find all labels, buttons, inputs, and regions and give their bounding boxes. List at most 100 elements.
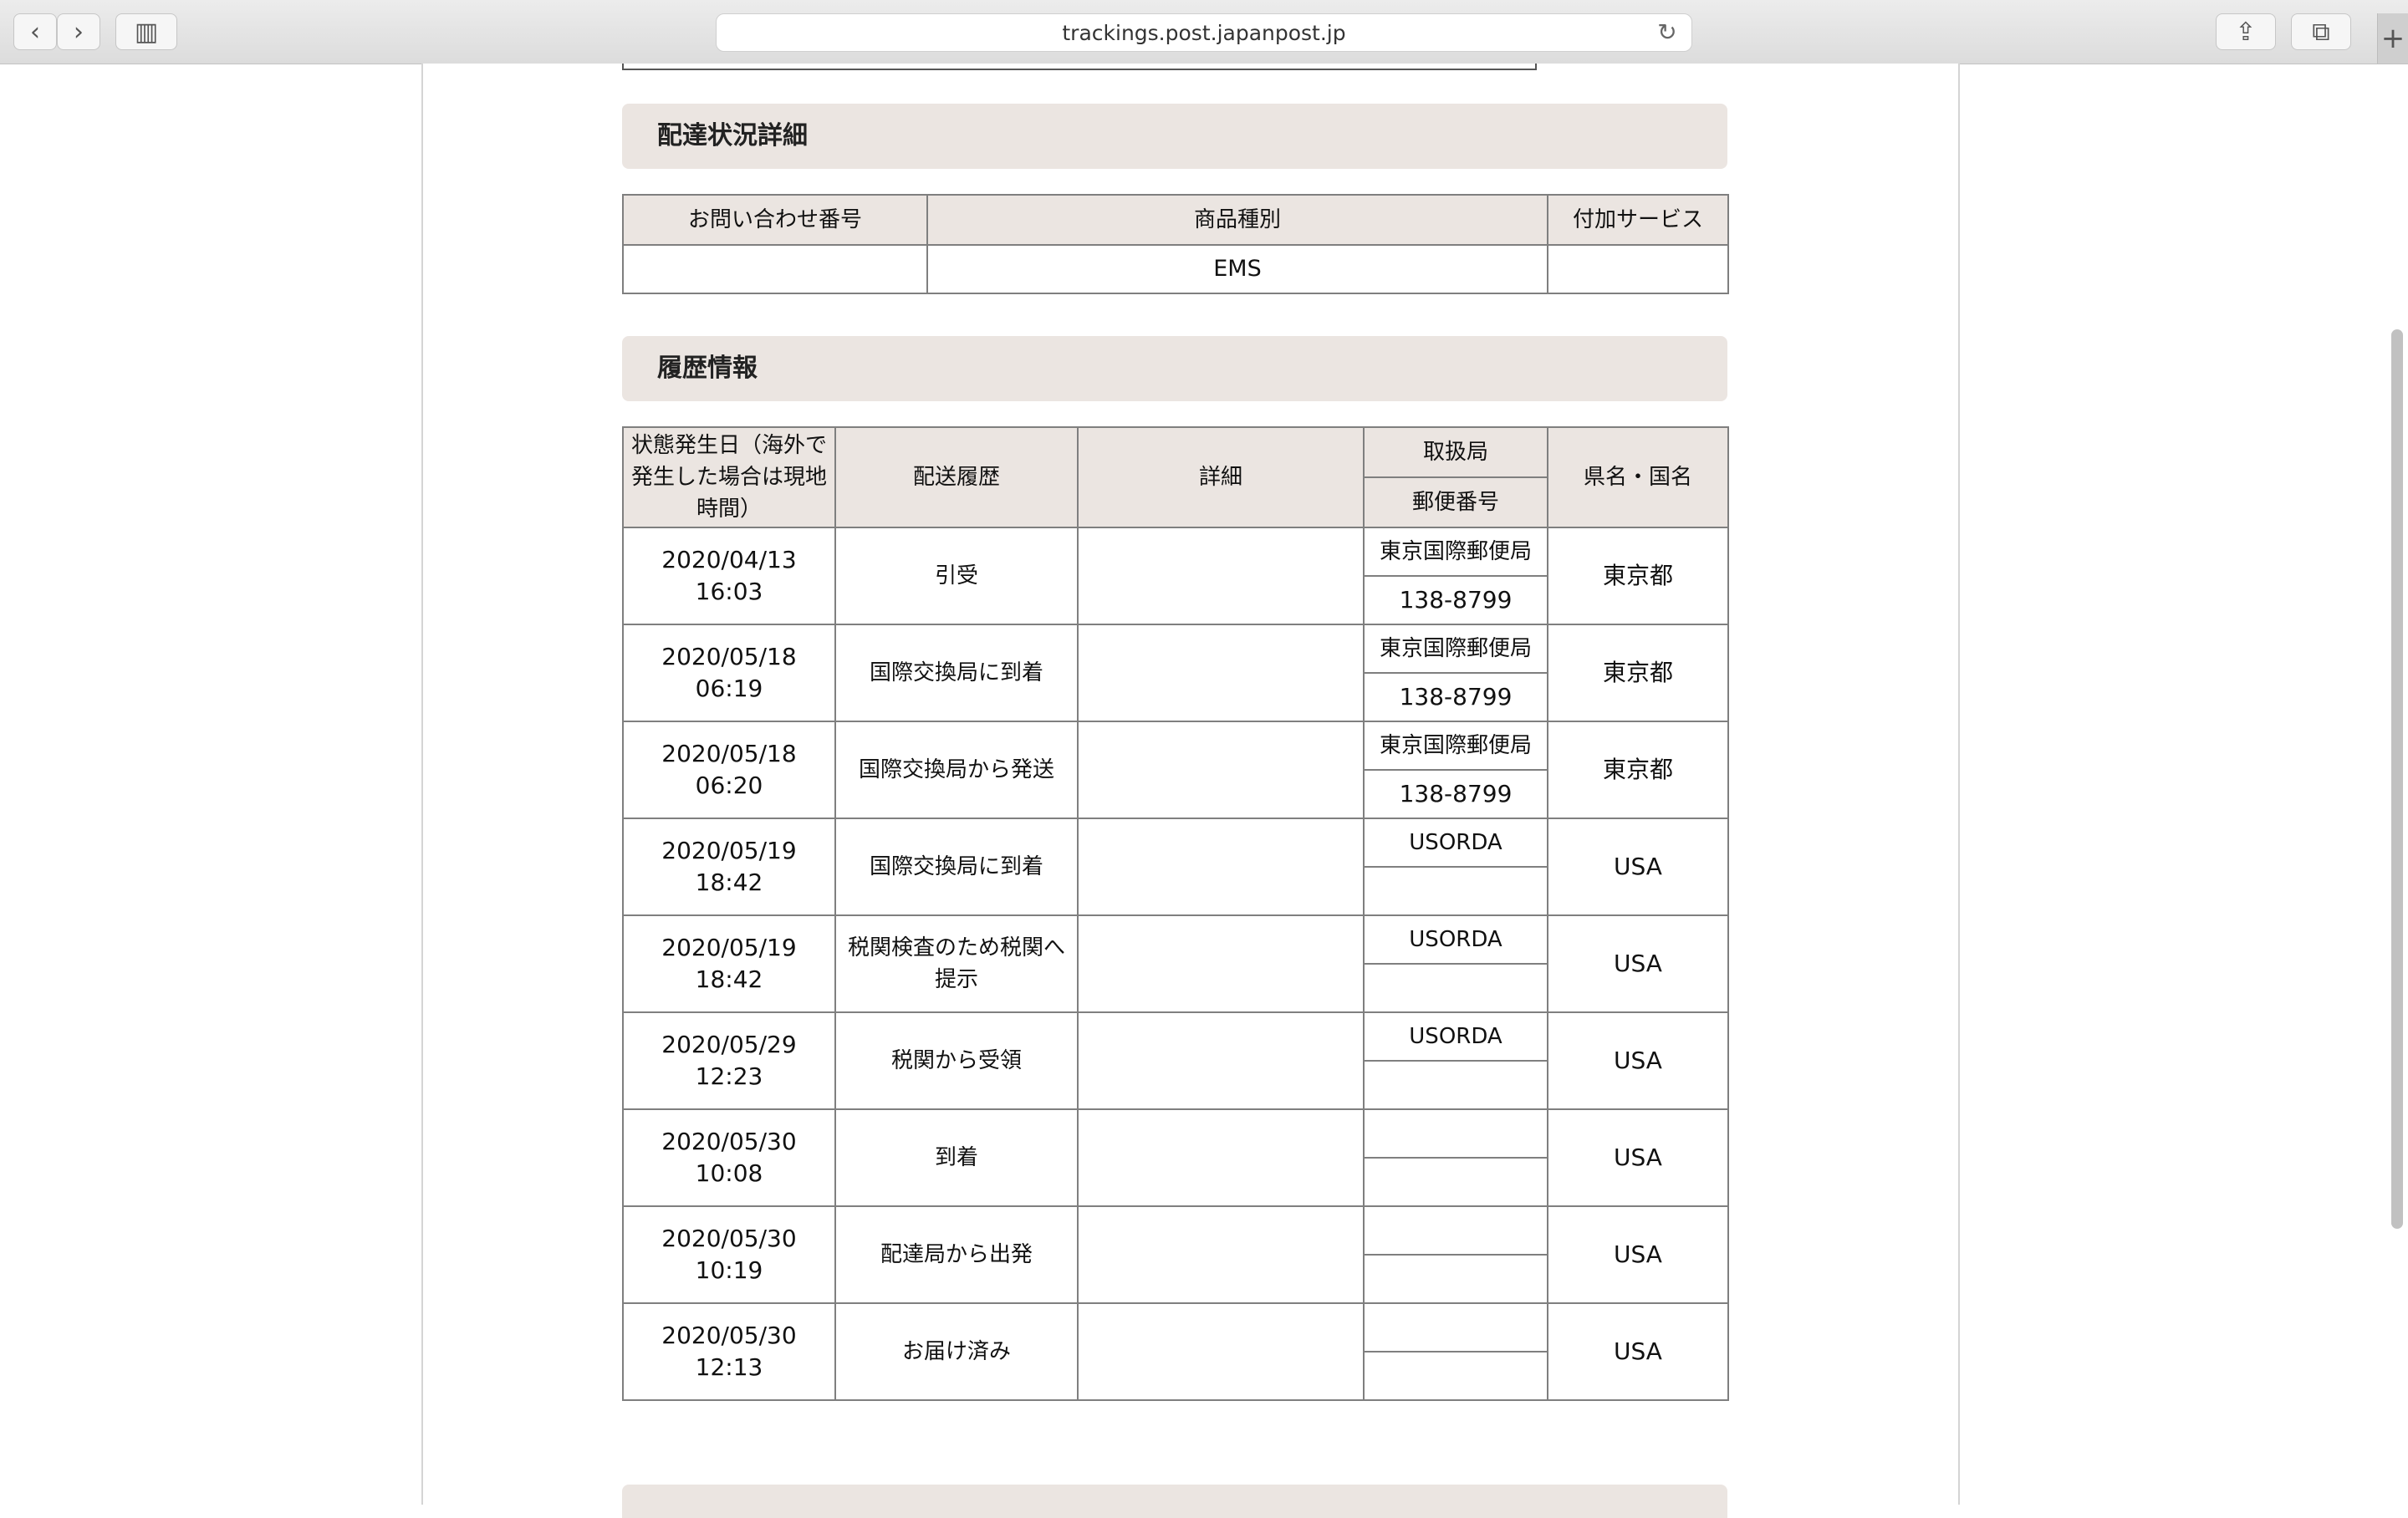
date-value: 2020/05/30 xyxy=(661,1322,797,1349)
table-row: 2020/04/13 16:03 引受 東京国際郵便局東京都 xyxy=(622,527,1729,625)
region-cell-text: USA xyxy=(1614,1240,1662,1268)
next-section-heading xyxy=(622,1485,1727,1518)
region-cell: 東京都 xyxy=(1547,527,1729,625)
region-cell-text: USA xyxy=(1614,1144,1662,1171)
date-cell: 2020/05/18 06:20 xyxy=(622,721,836,819)
office-cell-text: 東京国際郵便局 xyxy=(1379,733,1532,758)
time-value: 12:23 xyxy=(695,1062,763,1090)
date-value: 2020/04/13 xyxy=(661,546,797,573)
additional-service-value xyxy=(1547,244,1729,294)
event-cell: 到着 xyxy=(834,1108,1079,1207)
header-additional-service: 付加サービス xyxy=(1547,194,1729,246)
time-value: 06:19 xyxy=(695,675,763,702)
sidebar-button[interactable]: ▥ xyxy=(115,13,177,50)
event-cell: 国際交換局に到着 xyxy=(834,624,1079,722)
detail-cell xyxy=(1077,624,1365,722)
chevron-left-icon: ‹ xyxy=(30,17,40,47)
browser-toolbar: ‹ › ▥ trackings.post.japanpost.jp ↻ ⇪ ⧉ … xyxy=(0,0,2408,64)
postal-cell-text: 138-8799 xyxy=(1399,586,1513,614)
region-cell-text: USA xyxy=(1614,853,1662,880)
office-cell: 東京国際郵便局 xyxy=(1363,721,1548,771)
office-cell-text: 東京国際郵便局 xyxy=(1379,539,1532,564)
new-tab-button[interactable]: + xyxy=(2377,13,2408,64)
share-button[interactable]: ⇪ xyxy=(2216,13,2276,50)
postal-cell-text: 138-8799 xyxy=(1399,683,1513,711)
postal-cell: 138-8799 xyxy=(1363,575,1548,625)
header-office: 取扱局 xyxy=(1363,426,1548,478)
url-text: trackings.post.japanpost.jp xyxy=(1062,20,1346,45)
time-value: 06:20 xyxy=(695,772,763,799)
forward-button[interactable]: › xyxy=(57,13,100,50)
event-cell: 税関検査のため税関へ提示 xyxy=(834,914,1079,1013)
region-cell-text: 東京都 xyxy=(1602,756,1673,783)
detail-cell xyxy=(1077,1205,1365,1304)
table-row: 2020/05/30 10:19 配達局から出発 USA xyxy=(622,1205,1729,1304)
event-cell-text: お届け済み xyxy=(901,1339,1011,1364)
event-cell: 国際交換局に到着 xyxy=(834,818,1079,916)
region-cell-text: USA xyxy=(1614,950,1662,977)
date-value: 2020/05/19 xyxy=(661,934,797,961)
detail-cell xyxy=(1077,527,1365,625)
date-cell: 2020/05/30 10:08 xyxy=(622,1108,836,1207)
header-product-type: 商品種別 xyxy=(926,194,1548,246)
address-bar[interactable]: trackings.post.japanpost.jp ↻ xyxy=(716,13,1692,52)
detail-cell xyxy=(1077,1011,1365,1110)
event-cell-text: 国際交換局に到着 xyxy=(869,854,1043,879)
delivery-status-heading: 配達状況詳細 xyxy=(622,104,1727,169)
previous-box-edge xyxy=(622,64,1537,70)
region-cell: USA xyxy=(1547,1108,1729,1207)
tabs-icon: ⧉ xyxy=(2312,17,2330,47)
share-icon: ⇪ xyxy=(2235,17,2257,47)
detail-cell xyxy=(1077,721,1365,819)
region-cell: USA xyxy=(1547,1302,1729,1401)
region-cell-text: USA xyxy=(1614,1047,1662,1074)
plus-icon: + xyxy=(2380,22,2405,55)
office-cell xyxy=(1363,1302,1548,1352)
region-cell: USA xyxy=(1547,1011,1729,1110)
history-heading: 履歴情報 xyxy=(622,336,1727,401)
tabs-overview-button[interactable]: ⧉ xyxy=(2291,13,2351,50)
inquiry-number-value xyxy=(622,244,928,294)
region-cell-text: 東京都 xyxy=(1602,659,1673,686)
time-value: 10:19 xyxy=(695,1256,763,1284)
event-cell-text: 税関から受領 xyxy=(890,1048,1022,1073)
postal-cell xyxy=(1363,866,1548,916)
event-cell: 税関から受領 xyxy=(834,1011,1079,1110)
detail-cell xyxy=(1077,1108,1365,1207)
postal-cell: 138-8799 xyxy=(1363,769,1548,819)
postal-cell xyxy=(1363,963,1548,1013)
event-cell: 引受 xyxy=(834,527,1079,625)
header-date: 状態発生日（海外で発生した場合は現地時間） xyxy=(622,426,836,528)
region-cell: USA xyxy=(1547,1205,1729,1304)
detail-cell xyxy=(1077,818,1365,916)
office-cell: 東京国際郵便局 xyxy=(1363,527,1548,577)
office-cell: USORDA xyxy=(1363,818,1548,868)
table-row: 2020/05/18 06:19 国際交換局に到着 東京国際郵便局 東京都 xyxy=(622,624,1729,722)
office-cell: 東京国際郵便局 xyxy=(1363,624,1548,674)
event-cell-text: 到着 xyxy=(934,1145,978,1170)
date-value: 2020/05/29 xyxy=(661,1031,797,1058)
office-cell xyxy=(1363,1108,1548,1159)
date-value: 2020/05/18 xyxy=(661,740,797,767)
office-cell-text: USORDA xyxy=(1409,927,1502,952)
time-value: 18:42 xyxy=(695,965,763,993)
table-row: 2020/05/29 12:23 税関から受領 USORDA USA xyxy=(622,1011,1729,1110)
date-cell: 2020/05/19 18:42 xyxy=(622,818,836,916)
event-cell-text: 国際交換局から発送 xyxy=(858,757,1054,782)
reload-icon[interactable]: ↻ xyxy=(1655,20,1680,45)
date-value: 2020/05/19 xyxy=(661,837,797,864)
office-cell xyxy=(1363,1205,1548,1256)
header-event: 配送履歴 xyxy=(834,426,1079,528)
time-value: 16:03 xyxy=(695,578,763,605)
region-cell-text: 東京都 xyxy=(1602,562,1673,589)
event-cell-text: 引受 xyxy=(934,563,978,588)
event-cell: お届け済み xyxy=(834,1302,1079,1401)
event-cell-text: 国際交換局に到着 xyxy=(869,660,1043,685)
back-button[interactable]: ‹ xyxy=(13,13,57,50)
chevron-right-icon: › xyxy=(74,17,84,47)
scrollbar-thumb[interactable] xyxy=(2391,329,2403,1229)
office-cell: USORDA xyxy=(1363,914,1548,965)
office-cell-text: USORDA xyxy=(1409,830,1502,855)
postal-cell xyxy=(1363,1060,1548,1110)
detail-cell xyxy=(1077,914,1365,1013)
